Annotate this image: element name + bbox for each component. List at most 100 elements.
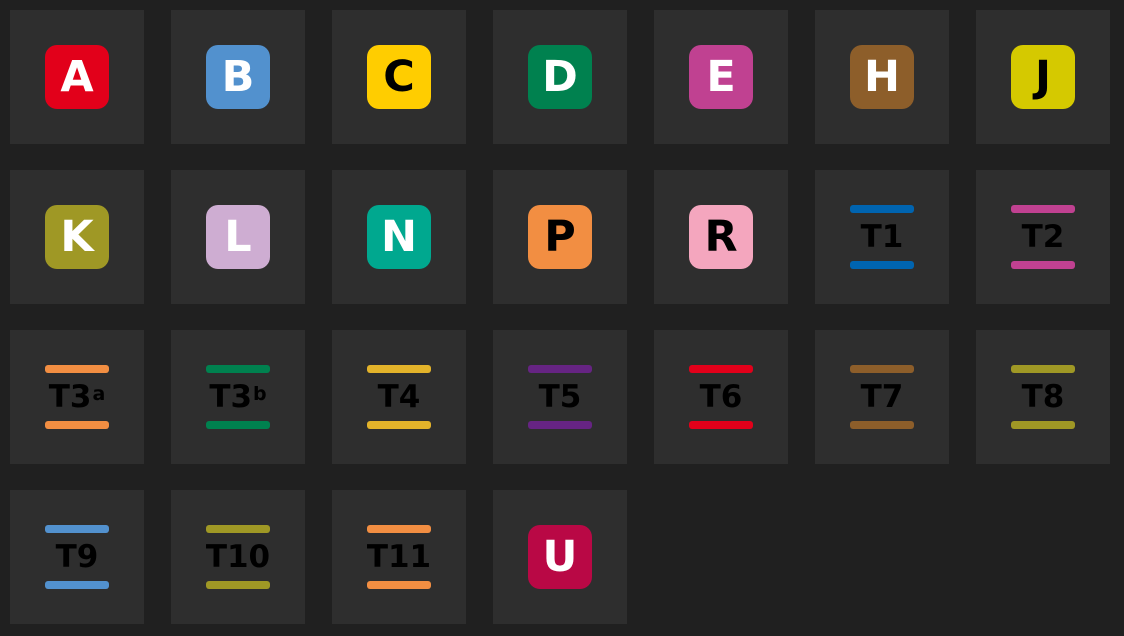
line-badge-icon: P: [528, 205, 592, 269]
line-tile-t4[interactable]: T4: [332, 330, 466, 464]
tram-line-number: T6: [699, 378, 743, 415]
line-badge-icon: L: [206, 205, 270, 269]
line-tile-t11[interactable]: T11: [332, 490, 466, 624]
tram-line-icon: T3 b: [206, 365, 270, 429]
tram-line-number: T9: [55, 538, 99, 575]
tram-line-icon: T1: [850, 205, 914, 269]
tram-line-label: T2: [1005, 217, 1081, 257]
line-tile-c[interactable]: C: [332, 10, 466, 144]
tram-line-label: T8: [1005, 377, 1081, 417]
tram-bar-top: [45, 525, 109, 533]
tram-line-number: T3: [48, 378, 92, 415]
line-tile-k[interactable]: K: [10, 170, 144, 304]
tram-line-icon: T5: [528, 365, 592, 429]
tram-line-icon: T6: [689, 365, 753, 429]
tram-bar-bottom: [850, 261, 914, 269]
line-tile-b[interactable]: B: [171, 10, 305, 144]
line-badge-icon: N: [367, 205, 431, 269]
tram-line-label: T3 b: [200, 377, 276, 417]
tram-line-label: T7: [844, 377, 920, 417]
tram-bar-top: [206, 365, 270, 373]
tram-line-number: T7: [860, 378, 904, 415]
tram-bar-top: [1011, 365, 1075, 373]
tram-line-branch: b: [253, 382, 267, 405]
tram-line-number: T10: [205, 538, 271, 575]
line-tile-t10[interactable]: T10: [171, 490, 305, 624]
line-badge-icon: H: [850, 45, 914, 109]
line-badge-icon: R: [689, 205, 753, 269]
tram-bar-bottom: [367, 421, 431, 429]
tram-line-icon: T8: [1011, 365, 1075, 429]
line-tile-t8[interactable]: T8: [976, 330, 1110, 464]
tram-line-number: T11: [366, 538, 432, 575]
line-badge-icon: C: [367, 45, 431, 109]
tram-bar-top: [850, 205, 914, 213]
tram-line-number: T1: [860, 218, 904, 255]
tram-bar-bottom: [528, 421, 592, 429]
tram-bar-top: [206, 525, 270, 533]
tram-bar-bottom: [206, 421, 270, 429]
line-badge-icon: U: [528, 525, 592, 589]
tram-line-label: T6: [683, 377, 759, 417]
line-tile-j[interactable]: J: [976, 10, 1110, 144]
line-tile-t9[interactable]: T9: [10, 490, 144, 624]
tram-line-label: T9: [39, 537, 115, 577]
tram-line-number: T4: [377, 378, 421, 415]
tram-bar-top: [528, 365, 592, 373]
tram-line-label: T5: [522, 377, 598, 417]
line-badge-icon: B: [206, 45, 270, 109]
tram-bar-bottom: [689, 421, 753, 429]
line-tile-e[interactable]: E: [654, 10, 788, 144]
tram-bar-bottom: [367, 581, 431, 589]
line-tile-t3a[interactable]: T3 a: [10, 330, 144, 464]
tram-bar-top: [1011, 205, 1075, 213]
tram-line-branch: a: [92, 382, 106, 405]
tram-line-icon: T4: [367, 365, 431, 429]
tram-line-label: T10: [200, 537, 276, 577]
tram-bar-bottom: [206, 581, 270, 589]
tram-line-number: T8: [1021, 378, 1065, 415]
tram-bar-bottom: [45, 581, 109, 589]
line-tile-t7[interactable]: T7: [815, 330, 949, 464]
tram-line-icon: T9: [45, 525, 109, 589]
tram-line-label: T3 a: [39, 377, 115, 417]
tram-bar-top: [367, 525, 431, 533]
line-grid: A B C D E H J K L N P R T1 T2 T3 a T3 b T4 T5 T6 T7 T8 T9 T10 T11…: [10, 10, 1110, 624]
tram-bar-top: [850, 365, 914, 373]
line-badge-icon: E: [689, 45, 753, 109]
line-tile-t3b[interactable]: T3 b: [171, 330, 305, 464]
line-tile-n[interactable]: N: [332, 170, 466, 304]
line-tile-t6[interactable]: T6: [654, 330, 788, 464]
line-tile-t5[interactable]: T5: [493, 330, 627, 464]
tram-bar-bottom: [1011, 421, 1075, 429]
tram-line-icon: T11: [367, 525, 431, 589]
line-badge-icon: A: [45, 45, 109, 109]
tram-line-number: T2: [1021, 218, 1065, 255]
line-tile-t1[interactable]: T1: [815, 170, 949, 304]
tram-line-label: T1: [844, 217, 920, 257]
tram-line-number: T3: [209, 378, 253, 415]
tram-line-label: T11: [361, 537, 437, 577]
tram-bar-top: [367, 365, 431, 373]
tram-line-number: T5: [538, 378, 582, 415]
tram-bar-bottom: [850, 421, 914, 429]
tram-bar-top: [689, 365, 753, 373]
tram-bar-bottom: [45, 421, 109, 429]
tram-line-icon: T3 a: [45, 365, 109, 429]
line-badge-icon: J: [1011, 45, 1075, 109]
line-tile-r[interactable]: R: [654, 170, 788, 304]
tram-bar-bottom: [1011, 261, 1075, 269]
line-tile-d[interactable]: D: [493, 10, 627, 144]
line-tile-t2[interactable]: T2: [976, 170, 1110, 304]
line-badge-icon: K: [45, 205, 109, 269]
tram-bar-top: [45, 365, 109, 373]
tram-line-icon: T7: [850, 365, 914, 429]
tram-line-icon: T10: [206, 525, 270, 589]
line-tile-a[interactable]: A: [10, 10, 144, 144]
line-tile-h[interactable]: H: [815, 10, 949, 144]
line-tile-l[interactable]: L: [171, 170, 305, 304]
line-badge-icon: D: [528, 45, 592, 109]
line-tile-p[interactable]: P: [493, 170, 627, 304]
tram-line-icon: T2: [1011, 205, 1075, 269]
line-tile-u[interactable]: U: [493, 490, 627, 624]
